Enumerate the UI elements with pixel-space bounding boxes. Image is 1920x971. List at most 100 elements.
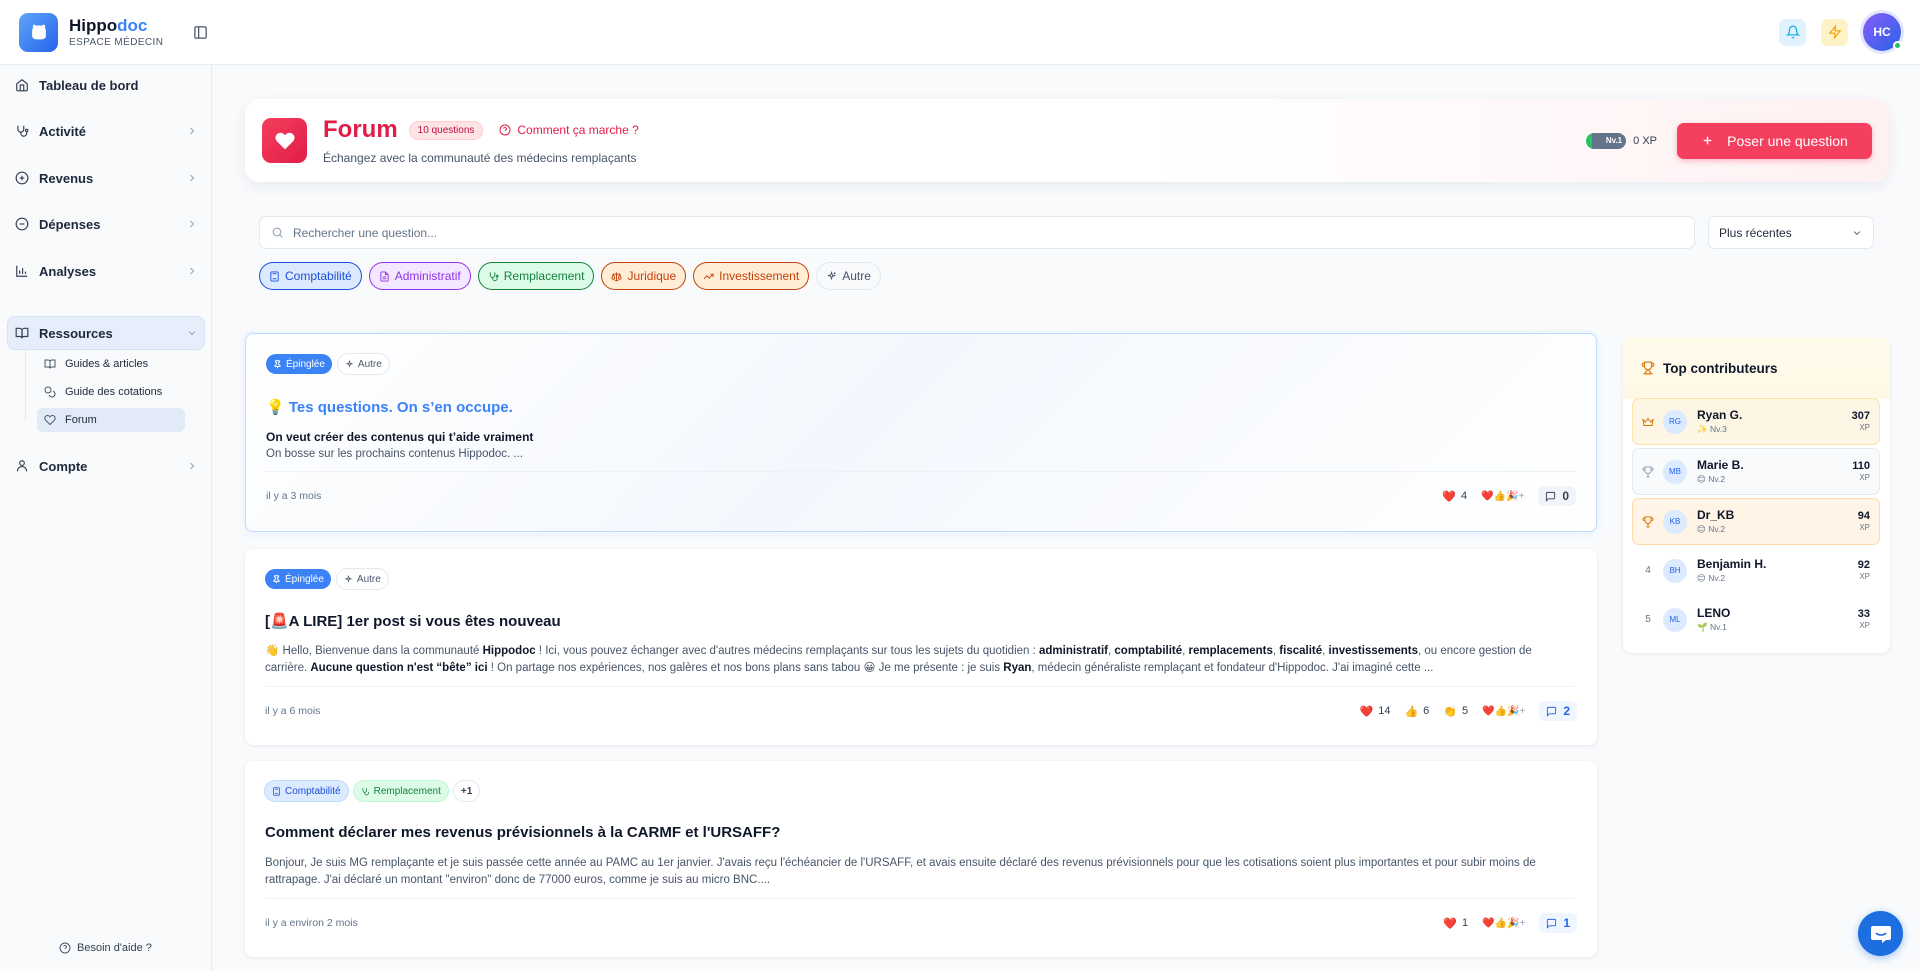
search-icon (271, 226, 284, 239)
sidebar-toggle-icon[interactable] (193, 25, 208, 40)
sidebar-item-label: Dépenses (39, 216, 101, 232)
topbar-actions: HC (1779, 13, 1902, 51)
comments-count[interactable]: 0 (1538, 486, 1576, 506)
category-juridique[interactable]: Juridique (601, 262, 687, 290)
sidebar-item-compte[interactable]: Compte (8, 450, 204, 482)
level-badge: Nv.1 (1586, 132, 1627, 149)
search-input[interactable] (293, 225, 1593, 240)
sidebar-item-label: Revenus (39, 170, 94, 186)
reaction[interactable]: ❤️ 14 (1360, 705, 1391, 718)
contributor-level: 😊 Nv.2 (1697, 524, 1726, 534)
category-investissement[interactable]: Investissement (693, 262, 810, 290)
sort-select[interactable]: Plus récentes (1708, 216, 1874, 249)
post-reactions: ❤️ 14 👍 6 👏 5 ❤️👍🎉+ 2 (1360, 701, 1577, 721)
submenu-guide-line (25, 349, 26, 421)
contributor-name: Benjamin H. (1697, 557, 1767, 571)
contributor-avatar: ML (1663, 607, 1687, 632)
notifications-button[interactable] (1779, 18, 1806, 46)
how-it-works-link[interactable]: Comment ça marche ? (499, 123, 639, 137)
sidebar-item-analyses[interactable]: Analyses (8, 255, 204, 287)
post-divider (265, 686, 1575, 687)
bell-icon (1785, 25, 1800, 39)
sidebar-item-ressources[interactable]: Ressources (8, 317, 204, 349)
sidebar-item-label: Ressources (39, 325, 113, 341)
sidebar-item-activite[interactable]: Activité (8, 115, 204, 147)
sidebar-subitem-guides[interactable]: Guides & articles (37, 352, 185, 376)
sidebar-subitem-label: Forum (65, 414, 97, 426)
top-contributors-panel: Top contributeurs RG Ryan G. ✨ Nv.3 307 XP… (1623, 337, 1890, 653)
hippo-logo[interactable] (19, 12, 58, 52)
heart-icon (44, 414, 56, 426)
add-reaction-button[interactable]: ❤️👍🎉+ (1481, 491, 1524, 502)
user-avatar[interactable]: HC (1863, 13, 1902, 51)
chat-bubble-icon (1870, 925, 1891, 943)
category-autre[interactable]: Autre (816, 262, 881, 290)
contributor-xp: 33 (1857, 608, 1870, 620)
stethoscope-icon (361, 787, 370, 796)
search-bar (259, 216, 1695, 249)
post-card[interactable]: Comptabilité Remplacement +1 Comment déc… (245, 761, 1597, 957)
contributor-row[interactable]: RG Ryan G. ✨ Nv.3 307 XP (1633, 399, 1879, 444)
ask-question-button[interactable]: Poser une question (1677, 122, 1872, 159)
reaction[interactable]: ❤️ 4 (1442, 490, 1467, 503)
contributor-row[interactable]: KB Dr_KB 😊 Nv.2 94 XP (1633, 499, 1879, 544)
quick-actions-button[interactable] (1821, 18, 1848, 46)
post-tags: Épinglée Autre (266, 354, 389, 374)
category-comptabilite[interactable]: Comptabilité (259, 262, 362, 290)
category-remplacement[interactable]: Remplacement (477, 262, 595, 290)
reaction[interactable]: 👍 6 (1404, 705, 1429, 718)
add-reaction-button[interactable]: ❤️👍🎉+ (1482, 706, 1525, 717)
contributor-row[interactable]: MB Marie B. 😊 Nv.2 110 XP (1633, 449, 1879, 494)
chevron-right-icon (186, 218, 198, 230)
post-title[interactable]: 💡 Tes questions. On s’en occupe. (266, 398, 513, 416)
contributor-row[interactable]: 4 BH Benjamin H. 😊 Nv.2 92 XP (1633, 548, 1879, 593)
reaction[interactable]: 👏 5 (1443, 705, 1468, 718)
sidebar-subitem-label: Guide des cotations (65, 386, 163, 398)
contributor-level: 😊 Nv.2 (1697, 573, 1726, 583)
support-chat-button[interactable] (1858, 911, 1903, 956)
post-excerpt: Bonjour, Je suis MG remplaçante et je su… (265, 857, 1536, 886)
contributor-row[interactable]: 5 ML LENO 🌱 Nv.1 33 XP (1633, 597, 1879, 642)
chevron-down-icon (1851, 227, 1863, 239)
chevron-right-icon (186, 172, 198, 184)
category-tag: Autre (336, 569, 388, 589)
sidebar-item-revenus[interactable]: Revenus (8, 162, 204, 194)
brand: Hippodoc ESPACE MÉDECIN (69, 17, 163, 48)
post-card[interactable]: Épinglée Autre 💡 Tes questions. On s’en … (245, 333, 1597, 532)
scale-icon (611, 271, 622, 282)
comments-count[interactable]: 2 (1539, 701, 1577, 721)
contributor-xp: 92 (1857, 559, 1870, 571)
sidebar-subitem-cotations[interactable]: Guide des cotations (37, 380, 185, 404)
sidebar-item-label: Compte (39, 458, 88, 474)
sidebar-item-depenses[interactable]: Dépenses (8, 208, 204, 240)
contributor-avatar: KB (1663, 509, 1687, 534)
forum-header-text: Forum 10 questions Comment ça marche ? É… (323, 116, 639, 165)
contributor-xp: 110 (1852, 460, 1870, 472)
sidebar-subitem-forum[interactable]: Forum (37, 408, 185, 432)
minus-circle-icon (14, 217, 30, 231)
chevron-right-icon (186, 125, 198, 137)
category-tag: Remplacement (353, 781, 448, 801)
contributor-avatar: BH (1663, 558, 1687, 583)
post-title[interactable]: [🚨A LIRE] 1er post si vous êtes nouveau (265, 612, 561, 630)
post-tags: Comptabilité Remplacement +1 (265, 781, 480, 801)
reaction[interactable]: ❤️ 1 (1443, 917, 1468, 930)
user-icon (14, 459, 30, 473)
post-time: il y a 3 mois (266, 490, 322, 502)
xp-value: 0 XP (1633, 134, 1657, 147)
category-administratif[interactable]: Administratif (368, 262, 471, 290)
chevron-right-icon (186, 265, 198, 277)
post-time: il y a 6 mois (265, 705, 321, 717)
comments-count[interactable]: 1 (1539, 913, 1577, 933)
sidebar-item-label: Activité (39, 123, 86, 139)
user-xp: Nv.1 0 XP (1586, 132, 1657, 149)
add-reaction-button[interactable]: ❤️👍🎉+ (1482, 918, 1525, 929)
category-tag: Autre (337, 354, 389, 374)
brand-name: Hippodoc (69, 15, 148, 35)
sidebar-item-dashboard[interactable]: Tableau de bord (8, 69, 204, 101)
post-reactions: ❤️ 4 ❤️👍🎉+ 0 (1442, 486, 1576, 506)
post-title[interactable]: Comment déclarer mes revenus prévisionne… (265, 824, 780, 841)
help-circle-icon (499, 124, 511, 136)
post-card[interactable]: Épinglée Autre [🚨A LIRE] 1er post si vou… (245, 549, 1597, 745)
help-link[interactable]: Besoin d'aide ? (59, 942, 152, 954)
